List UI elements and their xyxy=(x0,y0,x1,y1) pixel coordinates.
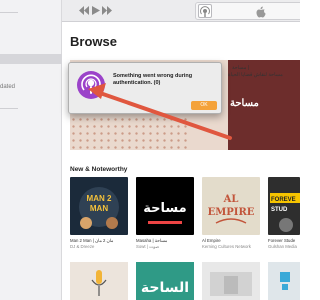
annotation-arrow xyxy=(88,83,232,140)
app-window: dated Browse مساحة مساحة | مساحة لنقاش ق… xyxy=(0,0,300,300)
